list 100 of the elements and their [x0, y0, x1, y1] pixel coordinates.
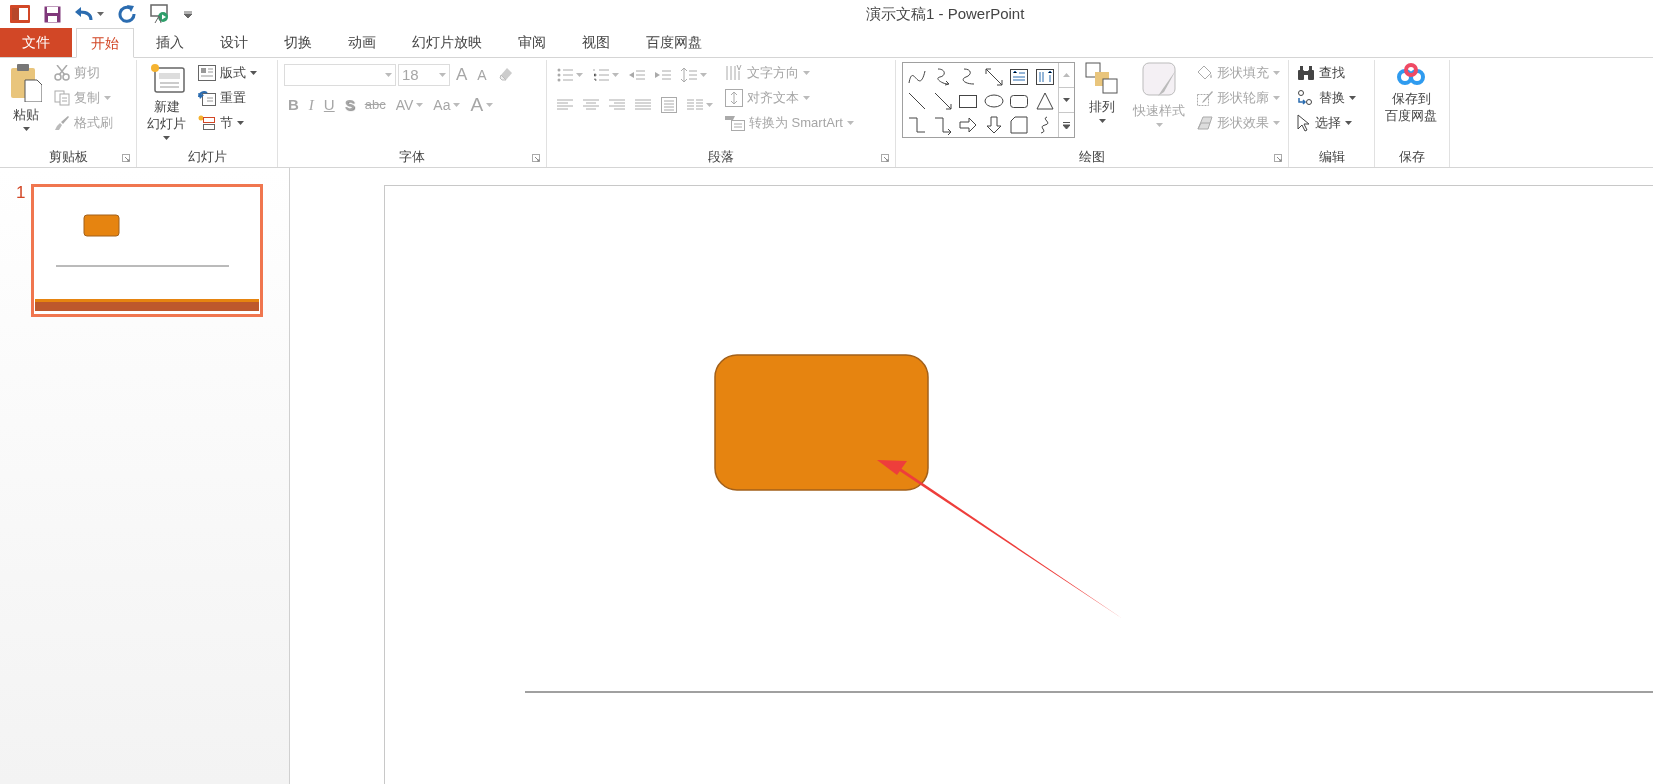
group-label: 字体 [399, 148, 425, 167]
increase-indent-icon [655, 69, 671, 81]
caret-icon [385, 73, 392, 77]
bullets-icon [557, 68, 573, 82]
caret-icon [700, 73, 707, 77]
ribbon-button[interactable]: 粘贴 [6, 60, 46, 146]
numbering-icon [593, 68, 609, 82]
slide-number: 1 [16, 184, 26, 202]
align-right-icon [609, 99, 625, 111]
text-direction-icon [725, 64, 743, 82]
shapes-gallery[interactable] [902, 62, 1075, 138]
dialog-launcher-icon[interactable] [532, 154, 540, 162]
ribbon-tab[interactable]: 动画 [334, 28, 390, 57]
arrange-icon [1085, 62, 1119, 94]
caret-icon [612, 73, 619, 77]
caret-icon [453, 103, 461, 107]
ribbon-button[interactable]: 选择 [1295, 111, 1358, 135]
justify-icon [635, 99, 651, 111]
align-left-icon [557, 99, 573, 111]
pointer-icon [1297, 114, 1311, 132]
decrease-indent-icon [629, 69, 645, 81]
cloud-icon [1396, 62, 1426, 86]
ribbon-button[interactable]: 版式 [196, 61, 259, 85]
flowchart-icon [1009, 115, 1030, 135]
ribbon-tab[interactable]: 审阅 [504, 28, 560, 57]
vertical-text-box-icon [1034, 67, 1055, 87]
eraser-icon [1197, 116, 1213, 130]
right-arrow-icon [958, 115, 979, 135]
caret-icon [1273, 121, 1280, 125]
ribbon-tab[interactable]: 插入 [142, 28, 198, 57]
paint-bucket-icon [1197, 65, 1213, 81]
replace-icon [1297, 89, 1315, 107]
ribbon-button[interactable]: 替换 [1295, 86, 1358, 110]
ribbon-button[interactable]: 查找 [1295, 61, 1358, 85]
scroll-up-icon [1063, 73, 1071, 77]
caret-icon [1349, 96, 1356, 100]
ribbon-button[interactable]: 新建 幻灯片 [143, 60, 190, 146]
group-label: 保存 [1399, 148, 1425, 167]
double-arrow-icon [983, 67, 1004, 87]
caret-icon [439, 73, 446, 77]
ribbon-tab[interactable]: 视图 [568, 28, 624, 57]
powerpoint-logo-icon [10, 5, 30, 23]
caret-icon [1098, 119, 1106, 123]
align-text-icon [725, 89, 743, 107]
dialog-launcher-icon[interactable] [122, 154, 130, 162]
save-icon [44, 5, 61, 23]
caret-icon [1273, 71, 1280, 75]
ribbon-tab[interactable]: 百度网盘 [632, 28, 716, 57]
caret-icon [576, 73, 583, 77]
caret-icon [1273, 96, 1280, 100]
elbow-connector-icon [907, 115, 927, 135]
dialog-launcher-icon[interactable] [881, 154, 889, 162]
smartart-icon [725, 115, 745, 131]
undo-icon [75, 7, 93, 21]
group-label: 幻灯片 [187, 148, 227, 167]
ribbon-button[interactable]: 节 [196, 111, 259, 135]
caret-icon [706, 103, 713, 107]
text-box-icon [1009, 67, 1030, 87]
caret-icon [237, 121, 244, 125]
caret-icon [803, 71, 810, 75]
triangle-icon [1034, 91, 1055, 111]
ribbon-tab[interactable]: 幻灯片放映 [398, 28, 496, 57]
arrow-icon [932, 91, 953, 111]
reset-icon [198, 90, 216, 106]
line-spacing-icon [681, 67, 697, 83]
brush-icon [54, 115, 70, 131]
window-title: 演示文稿1 - PowerPoint [866, 3, 1025, 24]
group-label: 编辑 [1318, 148, 1345, 167]
customize-icon [184, 10, 192, 18]
slide-thumbnail[interactable] [31, 184, 264, 317]
line-icon [907, 91, 927, 111]
distribute-icon [661, 97, 677, 113]
ribbon-button[interactable]: 保存到 百度网盘 [1381, 60, 1441, 146]
caret-icon [846, 121, 854, 125]
ribbon-tab[interactable]: 设计 [206, 28, 262, 57]
group-label: 剪贴板 [48, 148, 88, 167]
layout-icon [198, 65, 216, 81]
presenter-icon [150, 4, 170, 24]
copy-icon [54, 90, 70, 106]
more-icon [1063, 121, 1071, 129]
caret-icon [803, 96, 810, 100]
ribbon-tab[interactable]: 切换 [270, 28, 326, 57]
ribbon-button[interactable]: 排列 [1081, 60, 1123, 146]
redo-icon [118, 5, 136, 23]
group-label: 绘图 [1079, 148, 1105, 167]
caret-icon [1155, 123, 1163, 127]
caret-icon [97, 12, 104, 16]
caret-icon [163, 136, 170, 140]
caret-icon [416, 103, 424, 107]
ellipse-icon [983, 91, 1004, 111]
clear-format-icon [496, 67, 513, 83]
file-tab[interactable]: 文件 [0, 28, 72, 57]
pencil-icon [1197, 90, 1213, 106]
dialog-launcher-icon[interactable] [1274, 154, 1282, 162]
elbow-arrow-icon [932, 115, 953, 135]
ribbon-button[interactable]: 重置 [196, 86, 259, 110]
ribbon-tab[interactable]: 开始 [76, 28, 134, 58]
columns-icon [687, 99, 703, 111]
binoculars-icon [1297, 65, 1315, 81]
group-label: 段落 [708, 148, 734, 167]
